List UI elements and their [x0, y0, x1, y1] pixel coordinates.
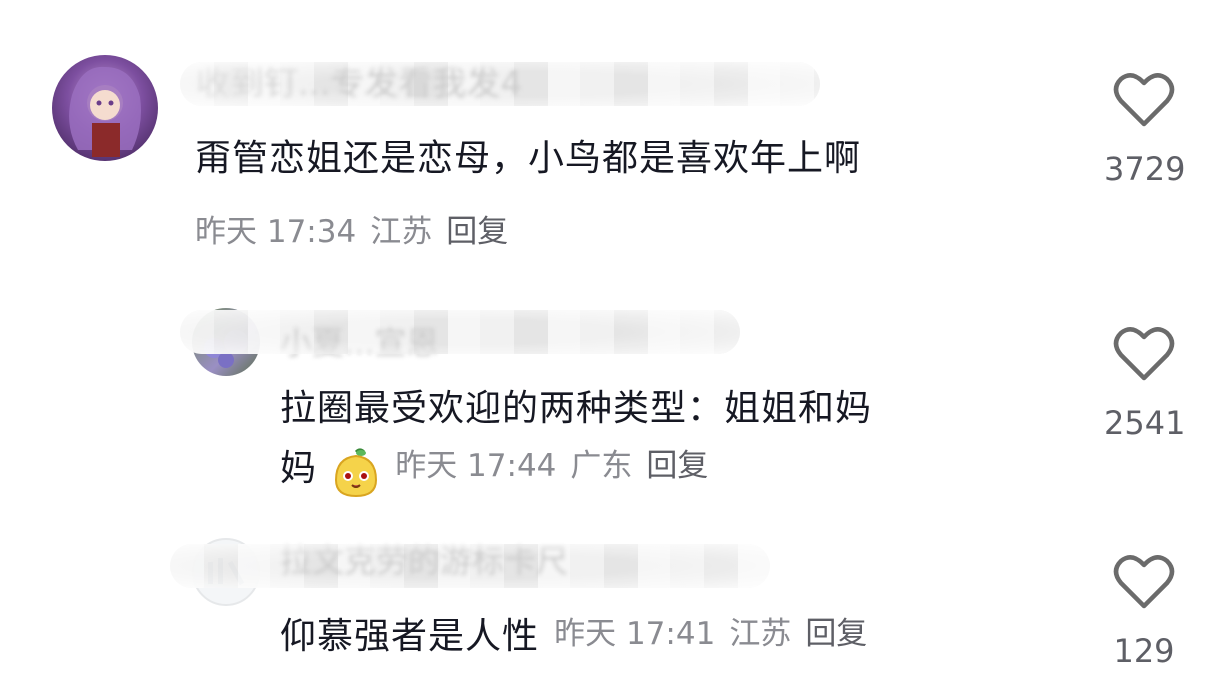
- like-count: 129: [1113, 632, 1175, 670]
- comment-time: 昨天 17:44: [395, 448, 557, 484]
- pear-face-emoji: [335, 448, 378, 497]
- reply-button[interactable]: 回复: [646, 448, 708, 484]
- like-count: 2541: [1104, 404, 1186, 442]
- comment-item: 拉文克劳的游标卡尺 仰慕强者是人性 昨天 17:41 江苏 回复 129: [0, 510, 1224, 681]
- comment-meta: 昨天 17:34 江苏 回复: [195, 212, 522, 252]
- comment-time: 昨天 17:41: [554, 616, 716, 652]
- comment-text-line: 妈: [280, 448, 318, 489]
- author-name: 拉文克劳的游标卡尺: [280, 542, 569, 580]
- heart-outline-icon: [1113, 73, 1175, 127]
- comment-text-line2-row: 妈 昨天 17:44 广东 回复: [280, 442, 722, 502]
- comment-location: 广东: [570, 448, 633, 484]
- author-name-blurred[interactable]: 拉文克劳的游标卡尺: [170, 542, 770, 588]
- reply-button[interactable]: 回复: [805, 616, 867, 652]
- like-count: 3729: [1104, 150, 1186, 188]
- heart-outline-icon: [1113, 327, 1175, 381]
- like-button[interactable]: 3729: [1104, 72, 1186, 188]
- author-name: 小夏...宣恩: [280, 324, 439, 362]
- avatar[interactable]: [52, 55, 158, 161]
- comment-meta: 昨天 17:41 江苏 回复: [554, 616, 881, 652]
- comment-text-row: 仰慕强者是人性 昨天 17:41 江苏 回复: [280, 610, 881, 664]
- comment-time: 昨天 17:34: [195, 214, 357, 250]
- like-button[interactable]: 2541: [1104, 326, 1186, 442]
- comment-meta: 昨天 17:44 广东 回复: [395, 448, 722, 484]
- comment-location: 江苏: [370, 214, 433, 250]
- comment-text: 拉圈最受欢迎的两种类型：姐姐和妈: [280, 382, 1060, 436]
- like-button[interactable]: 129: [1104, 554, 1184, 670]
- reply-button[interactable]: 回复: [446, 214, 508, 250]
- author-name-blurred[interactable]: 收到钉...专发看我发4: [180, 62, 820, 106]
- heart-outline-icon: [1113, 555, 1175, 609]
- comment-item: 小夏...宣恩 拉圈最受欢迎的两种类型：姐姐和妈 妈 昨天 17:44 广东 回复 …: [0, 290, 1224, 510]
- comment-location: 江苏: [729, 616, 792, 652]
- comment-text: 甭管恋姐还是恋母，小鸟都是喜欢年上啊: [195, 138, 862, 179]
- author-name-blurred[interactable]: 小夏...宣恩: [180, 310, 740, 362]
- comment-text: 仰慕强者是人性: [280, 616, 540, 657]
- avatar-image: [69, 66, 141, 157]
- comment-text-line: 拉圈最受欢迎的两种类型：姐姐和妈: [280, 388, 873, 429]
- comment-item: 收到钉...专发看我发4 甭管恋姐还是恋母，小鸟都是喜欢年上啊 昨天 17:34…: [0, 0, 1224, 290]
- author-name: 收到钉...专发看我发4: [196, 64, 523, 104]
